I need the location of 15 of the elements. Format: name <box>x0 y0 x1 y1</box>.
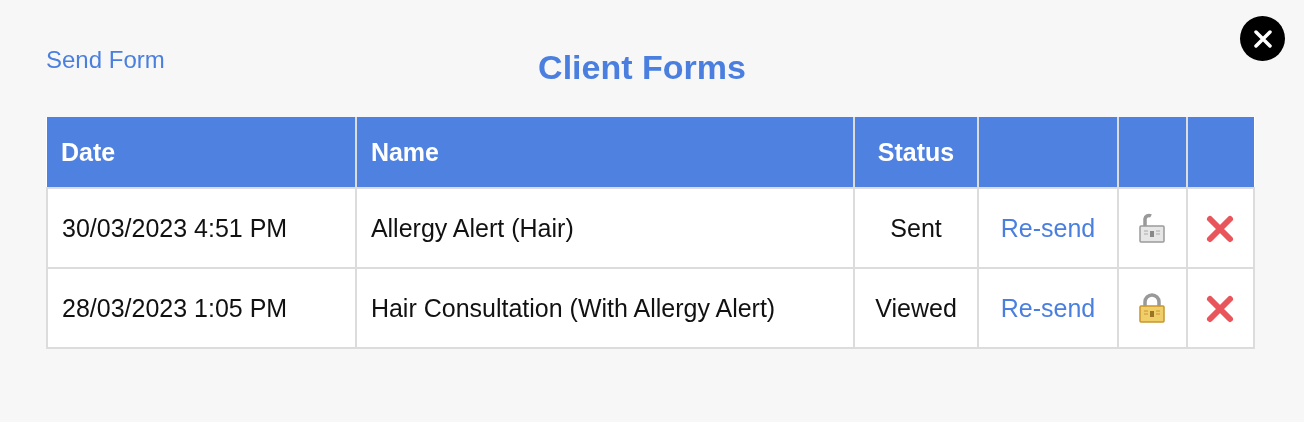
table-cell: 30/03/2023 4:51 PM <box>47 188 356 268</box>
delete-icon[interactable] <box>1205 293 1236 324</box>
close-button[interactable] <box>1240 16 1285 61</box>
table-cell: 28/03/2023 1:05 PM <box>47 268 356 348</box>
send-form-link[interactable]: Send Form <box>46 46 165 74</box>
table-cell: Hair Consultation (With Allergy Alert) <box>355 268 854 348</box>
column-header: Status <box>854 117 979 188</box>
column-header: Name <box>355 117 854 188</box>
dialog-title: Client Forms <box>538 47 746 87</box>
table-cell: Sent <box>854 188 979 268</box>
column-header: Date <box>47 117 356 188</box>
table-cell: Viewed <box>854 268 979 348</box>
close-icon <box>1251 27 1274 50</box>
table-cell: Allergy Alert (Hair) <box>355 188 854 268</box>
delete-icon[interactable] <box>1205 213 1236 244</box>
